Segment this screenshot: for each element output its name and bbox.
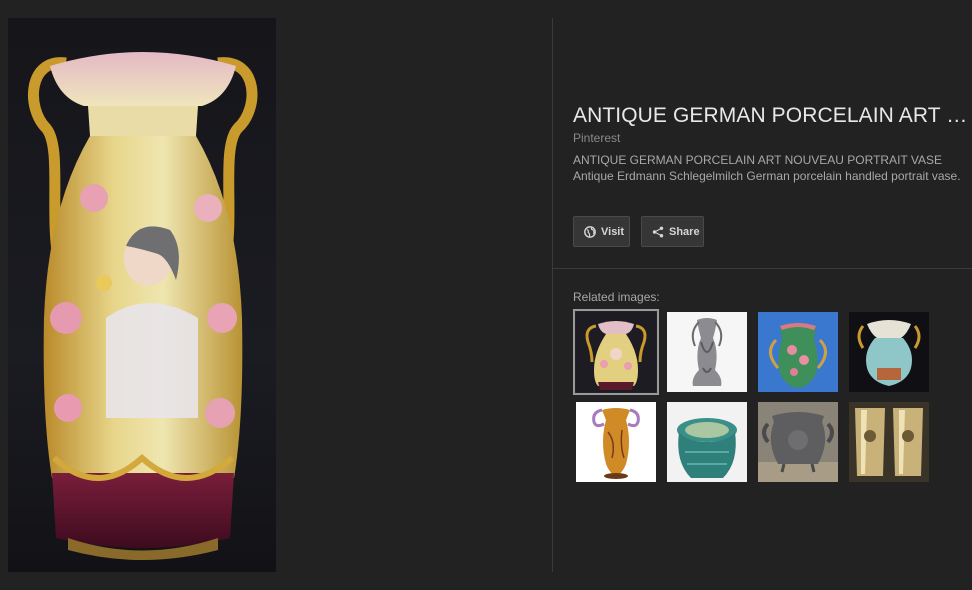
image-title[interactable]: ANTIQUE GERMAN PORCELAIN ART …	[573, 104, 968, 128]
main-preview-image[interactable]	[8, 18, 276, 572]
related-thumbnail-5[interactable]	[576, 402, 656, 482]
related-thumbnail-7[interactable]	[758, 402, 838, 482]
image-description: ANTIQUE GERMAN PORCELAIN ART NOUVEAU POR…	[573, 153, 961, 183]
related-thumbnail-4[interactable]	[849, 312, 929, 392]
related-thumbnail-1[interactable]	[573, 309, 659, 395]
related-images-label: Related images:	[573, 290, 660, 304]
share-icon	[652, 226, 664, 238]
visit-button-label: Visit	[601, 225, 625, 238]
globe-icon	[584, 225, 596, 238]
related-thumbnail-6[interactable]	[667, 402, 747, 482]
image-source[interactable]: Pinterest	[573, 131, 620, 145]
share-button[interactable]: Share	[641, 216, 704, 247]
vertical-divider	[552, 18, 553, 572]
related-thumbnail-2[interactable]	[667, 312, 747, 392]
horizontal-divider	[553, 268, 972, 269]
visit-button[interactable]: Visit	[573, 216, 630, 247]
related-thumbnail-3[interactable]	[758, 312, 838, 392]
related-thumbnail-8[interactable]	[849, 402, 929, 482]
share-button-label: Share	[669, 225, 700, 238]
